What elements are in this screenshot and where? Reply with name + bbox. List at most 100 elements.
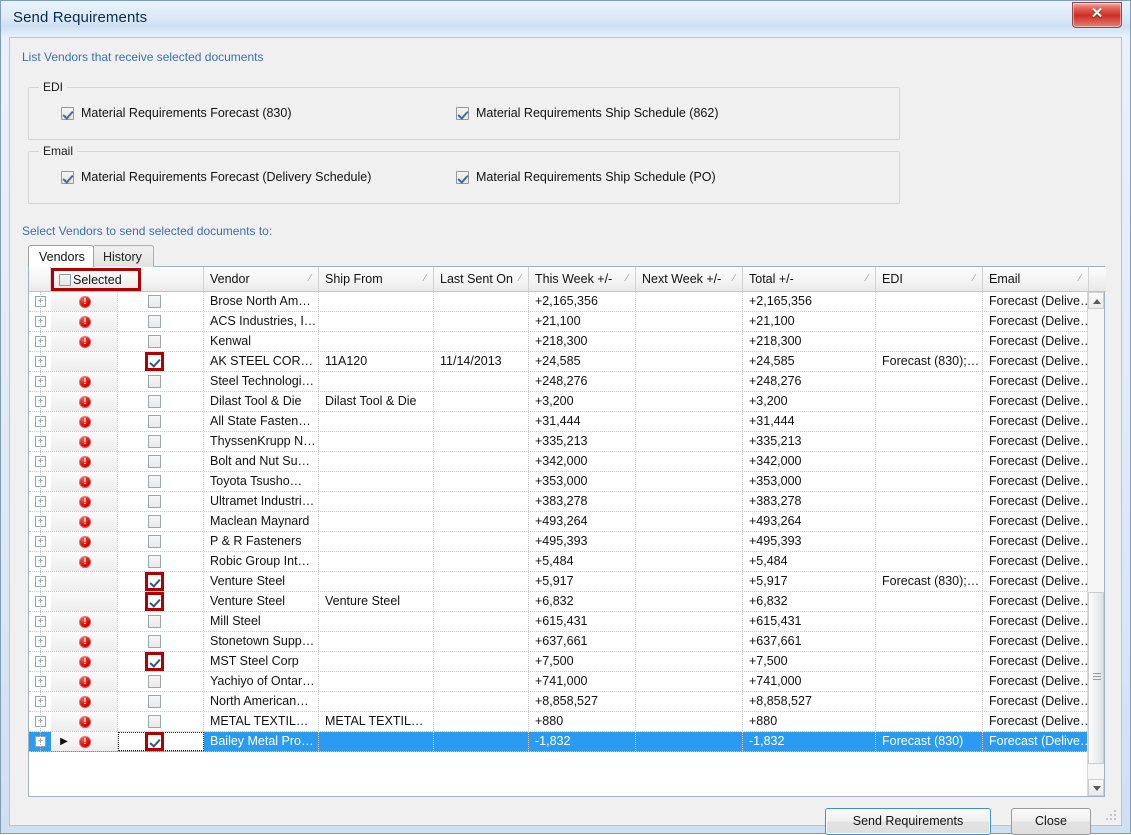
cell-edi[interactable] xyxy=(876,592,983,611)
cell-this-week[interactable]: +31,444 xyxy=(529,412,636,431)
cell-next-week[interactable] xyxy=(636,632,743,651)
row-select-checkbox[interactable] xyxy=(145,732,164,751)
cell-email[interactable]: Forecast (Delive… xyxy=(983,472,1089,491)
row-select-checkbox[interactable] xyxy=(148,695,161,708)
cell-ship-from[interactable] xyxy=(319,372,434,391)
cell-vendor[interactable]: Maclean Maynard xyxy=(204,512,319,531)
row-select-checkbox[interactable] xyxy=(148,315,161,328)
cell-total[interactable]: +335,213 xyxy=(743,432,876,451)
row-select-cell[interactable] xyxy=(118,292,204,311)
checkbox-row-email-delivery-schedule[interactable]: Material Requirements Forecast (Delivery… xyxy=(61,170,371,184)
cell-vendor[interactable]: Bolt and Nut Su… xyxy=(204,452,319,471)
cell-ship-from[interactable]: METAL TEXTIL… xyxy=(319,712,434,731)
row-select-cell[interactable] xyxy=(118,512,204,531)
cell-email[interactable]: Forecast (Delive… xyxy=(983,652,1089,671)
cell-this-week[interactable]: -1,832 xyxy=(529,732,636,751)
cell-vendor[interactable]: ThyssenKrupp N… xyxy=(204,432,319,451)
cell-next-week[interactable] xyxy=(636,432,743,451)
cell-last-sent-on[interactable] xyxy=(434,612,529,631)
row-select-cell[interactable] xyxy=(118,472,204,491)
row-error-icon[interactable] xyxy=(79,535,91,548)
row-select-checkbox[interactable] xyxy=(148,455,161,468)
row-error-icon[interactable] xyxy=(79,735,91,748)
cell-email[interactable]: Forecast (Delive… xyxy=(983,572,1089,591)
cell-total[interactable]: +31,444 xyxy=(743,412,876,431)
grid-body[interactable]: +Brose North Am…+2,165,356+2,165,356Fore… xyxy=(29,292,1089,781)
cell-email[interactable]: Forecast (Delive… xyxy=(983,612,1089,631)
column-header-edi[interactable]: EDI ⁄ xyxy=(876,267,983,291)
cell-edi[interactable] xyxy=(876,692,983,711)
cell-last-sent-on[interactable]: 11/14/2013 xyxy=(434,352,529,371)
table-row[interactable]: + Venture Steel Venture Steel +6,832 +6,832 F… xyxy=(29,592,1089,612)
cell-this-week[interactable]: +880 xyxy=(529,712,636,731)
cell-this-week[interactable]: +3,200 xyxy=(529,392,636,411)
cell-this-week[interactable]: +383,278 xyxy=(529,492,636,511)
cell-total[interactable]: +880 xyxy=(743,712,876,731)
cell-email[interactable]: Forecast (Delive… xyxy=(983,352,1089,371)
row-select-cell[interactable] xyxy=(118,672,204,691)
cell-ship-from[interactable] xyxy=(319,692,434,711)
table-row[interactable]: +Brose North Am…+2,165,356+2,165,356Fore… xyxy=(29,292,1089,312)
row-select-cell[interactable] xyxy=(118,332,204,351)
cell-last-sent-on[interactable] xyxy=(434,592,529,611)
cell-ship-from[interactable] xyxy=(319,432,434,451)
cell-next-week[interactable] xyxy=(636,372,743,391)
cell-total[interactable]: +493,264 xyxy=(743,512,876,531)
cell-last-sent-on[interactable] xyxy=(434,552,529,571)
row-select-cell[interactable] xyxy=(118,372,204,391)
cell-total[interactable]: +2,165,356 xyxy=(743,292,876,311)
cell-next-week[interactable] xyxy=(636,552,743,571)
cell-this-week[interactable]: +335,213 xyxy=(529,432,636,451)
cell-ship-from[interactable] xyxy=(319,532,434,551)
cell-email[interactable]: Forecast (Delive… xyxy=(983,332,1089,351)
cell-total[interactable]: +24,585 xyxy=(743,352,876,371)
cell-edi[interactable] xyxy=(876,532,983,551)
cell-edi[interactable] xyxy=(876,712,983,731)
cell-edi[interactable] xyxy=(876,372,983,391)
row-select-cell[interactable] xyxy=(118,452,204,471)
cell-total[interactable]: +5,484 xyxy=(743,552,876,571)
row-error-icon[interactable] xyxy=(79,695,91,708)
cell-this-week[interactable]: +493,264 xyxy=(529,512,636,531)
cell-next-week[interactable] xyxy=(636,332,743,351)
cell-total[interactable]: +342,000 xyxy=(743,452,876,471)
cell-ship-from[interactable] xyxy=(319,652,434,671)
cell-edi[interactable] xyxy=(876,612,983,631)
cell-last-sent-on[interactable] xyxy=(434,572,529,591)
cell-next-week[interactable] xyxy=(636,312,743,331)
cell-last-sent-on[interactable] xyxy=(434,452,529,471)
cell-total[interactable]: +637,661 xyxy=(743,632,876,651)
cell-edi[interactable] xyxy=(876,312,983,331)
row-select-checkbox[interactable] xyxy=(145,592,164,611)
row-select-checkbox[interactable] xyxy=(148,475,161,488)
cell-last-sent-on[interactable] xyxy=(434,652,529,671)
column-header-total[interactable]: Total +/- ⁄ xyxy=(743,267,876,291)
cell-email[interactable]: Forecast (Delive… xyxy=(983,672,1089,691)
cell-total[interactable]: +5,917 xyxy=(743,572,876,591)
row-error-icon[interactable] xyxy=(79,475,91,488)
cell-ship-from[interactable] xyxy=(319,332,434,351)
sort-icon-vendor[interactable]: ⁄ xyxy=(309,267,311,291)
cell-this-week[interactable]: +24,585 xyxy=(529,352,636,371)
cell-edi[interactable]: Forecast (830) xyxy=(876,732,983,751)
row-select-cell[interactable] xyxy=(118,632,204,651)
cell-total[interactable]: +6,832 xyxy=(743,592,876,611)
cell-vendor[interactable]: P & R Fasteners xyxy=(204,532,319,551)
cell-next-week[interactable] xyxy=(636,692,743,711)
cell-email[interactable]: Forecast (Delive… xyxy=(983,492,1089,511)
table-row[interactable]: +All State Fasten…+31,444+31,444Forecast… xyxy=(29,412,1089,432)
checkbox-row-edi-862[interactable]: Material Requirements Ship Schedule (862… xyxy=(456,106,719,120)
cell-next-week[interactable] xyxy=(636,652,743,671)
row-select-cell[interactable] xyxy=(118,412,204,431)
scroll-down-arrow-icon[interactable] xyxy=(1088,779,1104,796)
row-select-checkbox[interactable] xyxy=(148,555,161,568)
cell-ship-from[interactable]: 11A120 xyxy=(319,352,434,371)
column-header-select-all[interactable]: Selected xyxy=(51,268,141,291)
row-select-cell[interactable] xyxy=(118,392,204,411)
cell-total[interactable]: +615,431 xyxy=(743,612,876,631)
row-select-cell[interactable] xyxy=(118,692,204,711)
cell-edi[interactable] xyxy=(876,412,983,431)
table-row[interactable]: +Steel Technologi…+248,276+248,276Foreca… xyxy=(29,372,1089,392)
cell-ship-from[interactable] xyxy=(319,452,434,471)
scrollbar-thumb[interactable] xyxy=(1088,592,1104,764)
